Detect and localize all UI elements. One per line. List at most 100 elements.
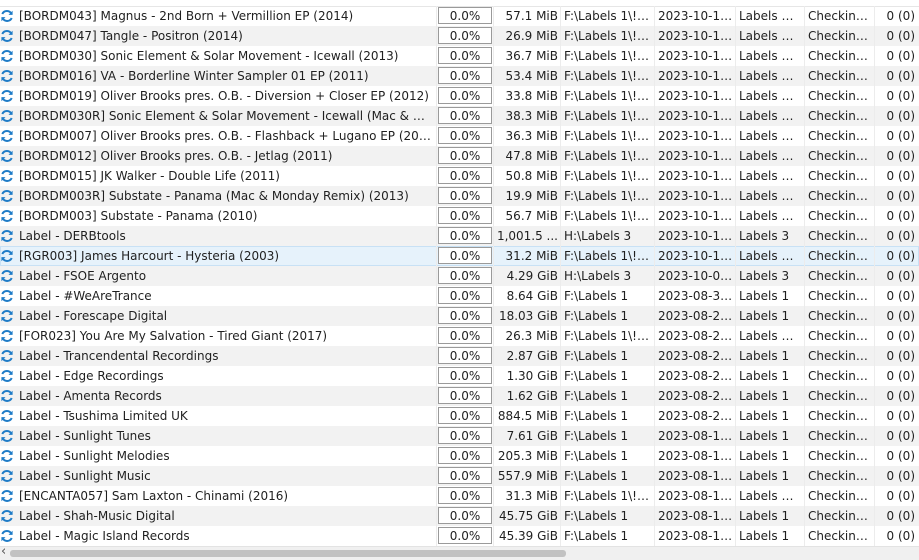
torrent-category: Labels 1-! ...: [739, 329, 801, 343]
progress-bar: 0.0%: [438, 87, 492, 104]
torrent-added-on: 2023-10-17 ...: [658, 69, 733, 83]
table-row[interactable]: Label - DERBtools 0.0% 1,001.5 ... H:\Label…: [0, 226, 919, 246]
progress-bar: 0.0%: [438, 147, 492, 164]
refresh-icon: [0, 89, 14, 103]
torrent-seeds: 0 (0): [886, 529, 915, 543]
table-row[interactable]: Label - Sunlight Melodies 0.0% 205.3 MiB F:…: [0, 446, 919, 466]
torrent-added-on: 2023-08-25 ...: [658, 329, 733, 343]
torrent-added-on: 2023-10-17 ...: [658, 189, 733, 203]
table-row[interactable]: [BORDM003] Substate - Panama (2010) 0.0% 5…: [0, 206, 919, 226]
torrent-seeds: 0 (0): [886, 429, 915, 443]
torrent-size: 56.7 MiB: [505, 209, 558, 223]
torrent-name: Label - Trancendental Recordings: [19, 349, 219, 363]
progress-bar: 0.0%: [438, 427, 492, 444]
torrent-seeds: 0 (0): [886, 289, 915, 303]
scrollbar-thumb[interactable]: [10, 550, 566, 557]
torrent-size: 45.39 GiB: [498, 529, 558, 543]
table-row[interactable]: [BORDM012] Oliver Brooks pres. O.B. - Je…: [0, 146, 919, 166]
table-row[interactable]: [BORDM015] JK Walker - Double Life (2011…: [0, 166, 919, 186]
torrent-status: Checking ...: [808, 369, 870, 383]
torrent-category: Labels 1: [739, 369, 790, 383]
progress-bar: 0.0%: [438, 227, 492, 244]
torrent-status: Checking ...: [808, 309, 870, 323]
refresh-icon: [0, 169, 14, 183]
table-row[interactable]: [BORDM043] Magnus - 2nd Born + Vermillio…: [0, 6, 919, 26]
torrent-status: Checking ...: [808, 469, 870, 483]
torrent-status: Checking ...: [808, 229, 870, 243]
table-row[interactable]: Label - Forescape Digital 0.0% 18.03 GiB F:…: [0, 306, 919, 326]
refresh-icon: [0, 429, 14, 443]
table-row[interactable]: Label - Shah-Music Digital 0.0% 45.75 GiB F…: [0, 506, 919, 526]
torrent-added-on: 2023-10-05 ...: [658, 269, 733, 283]
torrent-name: [BORDM030R] Sonic Element & Solar Moveme…: [19, 109, 435, 123]
table-row[interactable]: Label - Magic Island Records 0.0% 45.39 Gi…: [0, 526, 919, 546]
torrent-save-path: F:\Labels 1: [564, 369, 629, 383]
torrent-size: 53.4 MiB: [505, 69, 558, 83]
table-row[interactable]: [BORDM007] Oliver Brooks pres. O.B. - Fl…: [0, 126, 919, 146]
refresh-icon: [0, 309, 14, 323]
torrent-category: Labels 1: [739, 469, 790, 483]
torrent-added-on: 2023-10-11 ...: [658, 249, 733, 263]
refresh-icon: [0, 209, 14, 223]
torrent-seeds: 0 (0): [886, 249, 915, 263]
torrent-status: Checking ...: [808, 49, 870, 63]
torrent-status: Checking ...: [808, 489, 870, 503]
progress-bar: 0.0%: [438, 247, 492, 264]
table-row[interactable]: [BORDM030] Sonic Element & Solar Movemen…: [0, 46, 919, 66]
torrent-list[interactable]: [BORDM043] Magnus - 2nd Born + Vermillio…: [0, 6, 919, 546]
table-row[interactable]: Label - Amenta Records 0.0% 1.62 GiB F:\Lab…: [0, 386, 919, 406]
torrent-added-on: 2023-08-23 ...: [658, 409, 733, 423]
refresh-icon: [0, 189, 14, 203]
table-row[interactable]: [BORDM016] VA - Borderline Winter Sample…: [0, 66, 919, 86]
torrent-seeds: 0 (0): [886, 449, 915, 463]
table-row[interactable]: [BORDM003R] Substate - Panama (Mac & Mon…: [0, 186, 919, 206]
table-row[interactable]: [BORDM047] Tangle - Positron (2014) 0.0% 2…: [0, 26, 919, 46]
torrent-size: 1,001.5 ...: [496, 229, 558, 243]
refresh-icon: [0, 409, 14, 423]
torrent-save-path: F:\Labels 1: [564, 449, 629, 463]
refresh-icon: [0, 449, 14, 463]
refresh-icon: [0, 369, 14, 383]
torrent-status: Checking ...: [808, 109, 870, 123]
table-row[interactable]: [BORDM030R] Sonic Element & Solar Moveme…: [0, 106, 919, 126]
table-row[interactable]: Label - #WeAreTrance 0.0% 8.64 GiB F:\Label…: [0, 286, 919, 306]
torrent-save-path: F:\Labels 1\! m...: [564, 129, 652, 143]
torrent-seeds: 0 (0): [886, 309, 915, 323]
refresh-icon: [0, 469, 14, 483]
horizontal-scrollbar[interactable]: ‹: [0, 544, 919, 560]
torrent-added-on: 2023-08-19 ...: [658, 429, 733, 443]
torrent-category: Labels 1: [739, 509, 790, 523]
table-row[interactable]: [FOR023] You Are My Salvation - Tired Gi…: [0, 326, 919, 346]
progress-bar: 0.0%: [438, 127, 492, 144]
progress-bar: 0.0%: [438, 327, 492, 344]
torrent-seeds: 0 (0): [886, 389, 915, 403]
table-row[interactable]: [RGR003] James Harcourt - Hysteria (2003…: [0, 246, 919, 266]
torrent-size: 2.87 GiB: [506, 349, 558, 363]
torrent-name: Label - Amenta Records: [19, 389, 162, 403]
torrent-save-path: F:\Labels 1\! m...: [564, 249, 652, 263]
table-row[interactable]: Label - Tsushima Limited UK 0.0% 884.5 MiB…: [0, 406, 919, 426]
torrent-seeds: 0 (0): [886, 489, 915, 503]
table-row[interactable]: [BORDM019] Oliver Brooks pres. O.B. - Di…: [0, 86, 919, 106]
torrent-size: 1.62 GiB: [506, 389, 558, 403]
refresh-icon: [0, 69, 14, 83]
torrent-save-path: H:\Labels 3: [564, 269, 632, 283]
table-row[interactable]: Label - FSOE Argento 0.0% 4.29 GiB H:\Label…: [0, 266, 919, 286]
table-row[interactable]: Label - Trancendental Recordings 0.0% 2.87…: [0, 346, 919, 366]
table-row[interactable]: [ENCANTA057] Sam Laxton - Chinami (2016)…: [0, 486, 919, 506]
torrent-category: Labels 1-! ...: [739, 129, 801, 143]
torrent-status: Checking ...: [808, 449, 870, 463]
table-row[interactable]: Label - Sunlight Tunes 0.0% 7.61 GiB F:\Lab…: [0, 426, 919, 446]
torrent-status: Checking ...: [808, 289, 870, 303]
torrent-added-on: 2023-10-17 ...: [658, 209, 733, 223]
torrent-size: 4.29 GiB: [506, 269, 558, 283]
table-row[interactable]: Label - Sunlight Music 0.0% 557.9 MiB F:\La…: [0, 466, 919, 486]
table-row[interactable]: Label - Edge Recordings 0.0% 1.30 GiB F:\La…: [0, 366, 919, 386]
chevron-left-icon[interactable]: ‹: [1, 544, 6, 560]
torrent-size: 18.03 GiB: [498, 309, 558, 323]
torrent-save-path: F:\Labels 1: [564, 509, 629, 523]
torrent-save-path: F:\Labels 1: [564, 289, 629, 303]
torrent-category: Labels 1: [739, 529, 790, 543]
torrent-name: Label - FSOE Argento: [19, 269, 147, 283]
torrent-size: 1.30 GiB: [506, 369, 558, 383]
